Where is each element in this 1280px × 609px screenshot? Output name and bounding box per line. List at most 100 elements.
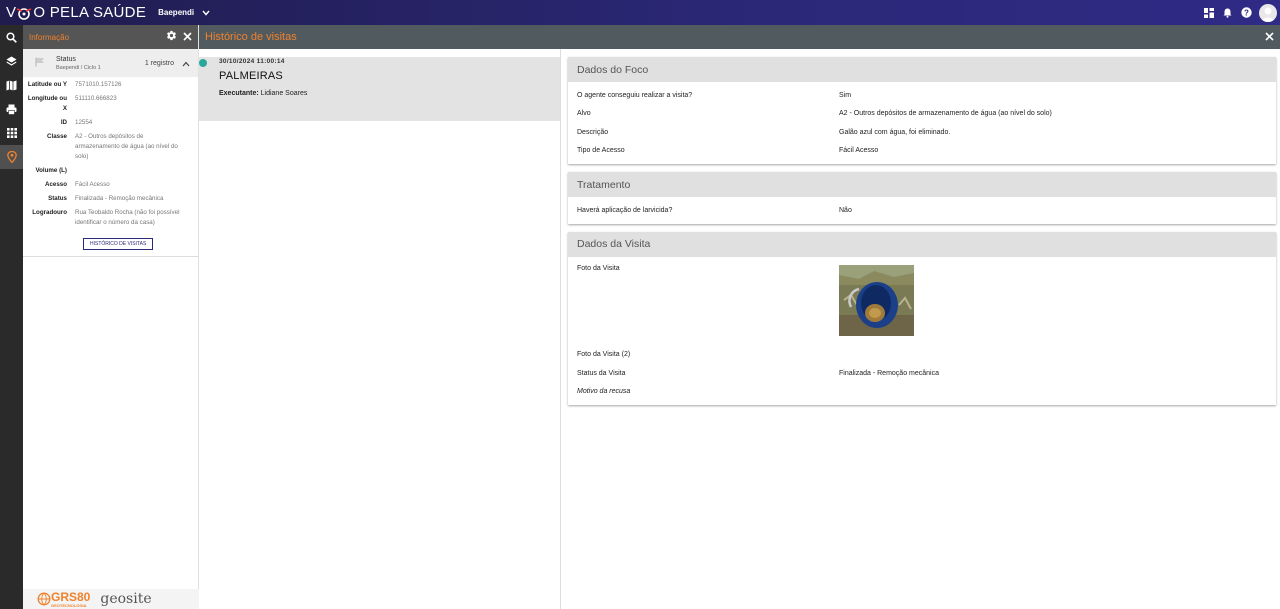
attribute-list: Latitude ou Y 7571010.157126 Longitude ou …: [23, 77, 198, 228]
attribute-row: Latitude ou Y 7571010.157126: [23, 80, 198, 90]
detail-row: Foto da Visita: [577, 261, 1267, 346]
dashboard-icon[interactable]: [1202, 6, 1215, 19]
chevron-up-icon[interactable]: [182, 54, 190, 72]
grs80-text: GRS80: [51, 590, 91, 604]
grs80-logo: GRS80 GEOTECNOLOGIA: [37, 590, 90, 608]
search-icon[interactable]: [0, 25, 23, 49]
status-group-sub: Baependi / Ciclo 1: [56, 64, 101, 71]
visit-executor: Executante: Lidiane Soares: [219, 90, 560, 97]
visit-history-button[interactable]: HISTÓRICO DE VISITAS: [83, 238, 154, 250]
info-panel-title: Informação: [29, 32, 70, 42]
attribute-row: Classe A2 - Outros depósitos de armazenam…: [23, 132, 198, 162]
apps-icon[interactable]: [0, 121, 23, 145]
map-icon[interactable]: [0, 73, 23, 97]
record-count: 1 registro: [144, 59, 174, 67]
card-title: Dados da Visita: [568, 231, 1276, 257]
detail-row: O agente conseguiu realizar a visita? Sim: [577, 86, 1267, 105]
detail-key: O agente conseguiu realizar a visita?: [577, 91, 693, 99]
status-group-row[interactable]: Status Baependi / Ciclo 1 1 registro: [23, 49, 198, 77]
attribute-value: 511110.666823: [75, 95, 117, 102]
logo-text: O PELA SAÚDE: [33, 4, 147, 21]
detail-value: Não: [839, 206, 852, 214]
globe-icon: [37, 592, 51, 606]
attribute-value: [75, 166, 185, 176]
card-body: O agente conseguiu realizar a visita? Sim…: [568, 82, 1276, 164]
attribute-row: Volume (L): [23, 166, 198, 176]
detail-row: Alvo A2 - Outros depósitos de armazenamen…: [577, 105, 1267, 124]
attribute-row: ID 12554: [23, 118, 198, 128]
location-pin-icon[interactable]: [0, 145, 23, 169]
attribute-key: Logradouro: [32, 209, 67, 216]
layers-icon[interactable]: [0, 49, 23, 73]
attribute-value: A2 - Outros depósitos de armazenamento d…: [75, 133, 178, 160]
help-icon[interactable]: ?: [1240, 6, 1253, 19]
visit-list-item[interactable]: 30/10/2024 11:00:14 PALMEIRAS Executante…: [199, 57, 560, 121]
close-icon[interactable]: [1265, 30, 1274, 44]
visit-list: 30/10/2024 11:00:14 PALMEIRAS Executante…: [199, 49, 561, 609]
geosite-logo: geosite: [100, 591, 152, 607]
avatar[interactable]: [1259, 3, 1277, 22]
detail-value: A2 - Outros depósitos de armazenamento d…: [839, 110, 1052, 118]
close-panel-icon[interactable]: [183, 28, 192, 46]
card-title: Tratamento: [568, 172, 1276, 197]
detail-row: Descrição Galão azul com água, foi elimin…: [577, 123, 1267, 142]
attribute-value: Rua Teobaldo Rocha (não foi possível ide…: [75, 209, 180, 226]
visit-photo[interactable]: [839, 264, 914, 336]
attribute-value: Fácil Acesso: [75, 181, 110, 188]
attribute-key: Volume (L): [35, 167, 67, 174]
visit-location: PALMEIRAS: [219, 70, 283, 82]
card-dados-foco: Dados do Foco O agente conseguiu realiza…: [568, 57, 1276, 164]
executor-label: Executante:: [219, 90, 259, 97]
divider: [23, 256, 198, 257]
drone-icon: [17, 7, 32, 20]
city-selector[interactable]: Baependi: [158, 8, 210, 17]
gear-icon[interactable]: [166, 28, 177, 46]
app-logo[interactable]: V O PELA SAÚDE: [0, 0, 146, 25]
visit-date: 30/10/2024 11:00:14: [219, 58, 285, 65]
detail-row: Tipo de Acesso Fácil Acesso: [577, 142, 1267, 161]
visit-history-title: Histórico de visitas: [205, 31, 297, 43]
attribute-row: Acesso Fácil Acesso: [23, 180, 198, 190]
svg-text:?: ?: [1244, 8, 1249, 17]
info-panel-header: Informação: [23, 25, 198, 49]
detail-key: Tipo de Acesso: [577, 147, 625, 155]
detail-key: Alvo: [577, 110, 591, 118]
city-label: Baependi: [158, 8, 195, 17]
print-icon[interactable]: [0, 97, 23, 121]
card-title: Dados do Foco: [568, 57, 1276, 82]
top-bar: V O PELA SAÚDE Baependi ?: [0, 0, 1280, 25]
attribute-value: Finalizada - Remoção mecânica: [75, 195, 164, 202]
attribute-key: Status: [48, 195, 67, 202]
detail-value: Finalizada - Remoção mecânica: [839, 369, 939, 377]
logo-text-v: V: [6, 4, 17, 21]
side-nav: [0, 25, 23, 609]
detail-value: Sim: [839, 91, 852, 99]
attribute-key: Classe: [47, 133, 67, 140]
attribute-key: Acesso: [44, 181, 67, 188]
detail-key: Foto da Visita (2): [577, 351, 631, 359]
footer-logos: GRS80 GEOTECNOLOGIA geosite: [23, 589, 199, 609]
attribute-key: Longitude ou X: [27, 95, 67, 112]
detail-key: Foto da Visita: [577, 264, 620, 272]
info-panel: Informação Status Baependi / Ciclo 1 1 r…: [23, 25, 199, 609]
visit-history-header: Histórico de visitas: [199, 25, 1280, 49]
card-body: Foto da Visita Foto da Visita (2) Status…: [568, 257, 1276, 406]
chevron-down-icon: [202, 10, 210, 16]
grs80-subtext: GEOTECNOLOGIA: [51, 603, 87, 608]
detail-row: Motivo da recusa: [577, 383, 1267, 402]
attribute-row: Logradouro Rua Teobaldo Rocha (não foi po…: [23, 208, 198, 228]
card-body: Haverá aplicação de larvicida? Não: [568, 197, 1276, 224]
card-dados-visita: Dados da Visita Foto da Visita Foto da V…: [568, 231, 1276, 406]
detail-row: Foto da Visita (2): [577, 346, 1267, 365]
attribute-value: 12554: [75, 119, 93, 126]
detail-value: [839, 264, 1267, 346]
attribute-row: Longitude ou X 511110.666823: [23, 94, 198, 114]
detail-key: Haverá aplicação de larvicida?: [577, 206, 673, 214]
bell-icon[interactable]: [1221, 6, 1234, 19]
detail-row: Haverá aplicação de larvicida? Não: [577, 201, 1267, 220]
detail-value: Fácil Acesso: [839, 147, 879, 155]
attribute-row: Status Finalizada - Remoção mecânica: [23, 194, 198, 204]
detail-key: Status da Visita: [577, 369, 626, 377]
status-dot: [199, 59, 207, 67]
executor-value: Lidiane Soares: [260, 90, 308, 97]
